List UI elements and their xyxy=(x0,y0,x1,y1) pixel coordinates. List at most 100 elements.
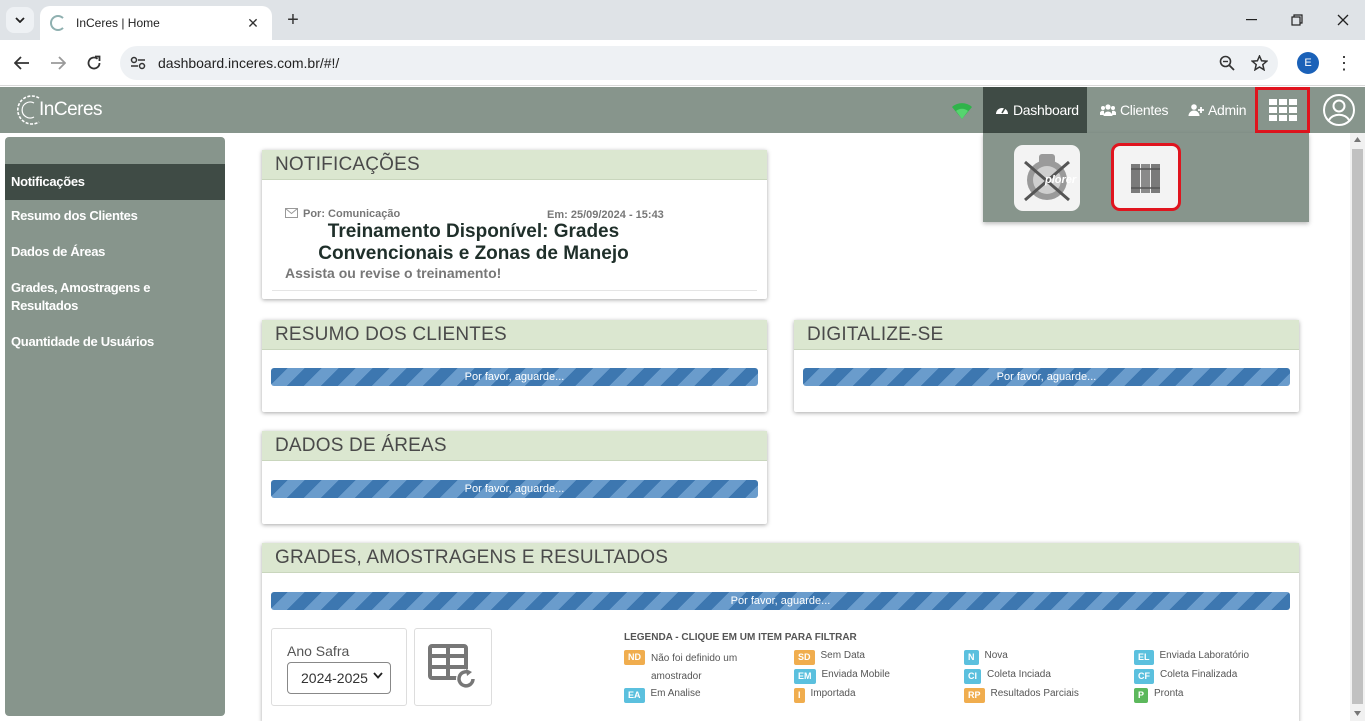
notification-date: Em: 25/09/2024 - 15:43 xyxy=(547,209,664,221)
minimize-window-button[interactable] xyxy=(1236,8,1266,32)
scroll-up-arrow-icon[interactable] xyxy=(1354,137,1361,142)
apps-grid-button[interactable] xyxy=(1255,87,1310,133)
status-badge: ND xyxy=(624,650,645,665)
scrollbar-thumb[interactable] xyxy=(1352,149,1363,704)
legend-item-cf[interactable]: CF Coleta Finalizada xyxy=(1134,669,1237,684)
close-tab-icon[interactable]: ✕ xyxy=(244,14,262,32)
status-badge: RP xyxy=(964,688,985,703)
notification-headline[interactable]: Treinamento Disponível: Grades Convencio… xyxy=(286,221,661,265)
browser-toolbar: dashboard.inceres.com.br/#!/ E ⋮ xyxy=(0,40,1365,86)
close-window-button[interactable] xyxy=(1328,8,1358,32)
table-refresh-icon xyxy=(428,644,476,689)
legend-item-em[interactable]: EM Enviada Mobile xyxy=(794,669,890,684)
panel-title: RESUMO DOS CLIENTES xyxy=(262,320,767,350)
user-plus-icon xyxy=(1188,104,1204,116)
brand-name: InCeres xyxy=(39,99,103,120)
legend-item-rp[interactable]: RP Resultados Parciais xyxy=(964,688,1079,703)
reload-button[interactable] xyxy=(82,51,106,75)
grid-icon xyxy=(1268,99,1297,121)
legend-item-n[interactable]: N Nova xyxy=(964,650,1008,665)
ano-safra-select[interactable]: 2024-2025 xyxy=(287,662,391,694)
zoom-icon[interactable] xyxy=(1214,50,1240,76)
ano-safra-value: 2024-2025 xyxy=(301,670,368,686)
nav-clientes-label: Clientes xyxy=(1120,102,1169,118)
sidebar-item-quantidade-usuarios[interactable]: Quantidade de Usuários xyxy=(5,333,225,351)
sidebar-item-dados-areas[interactable]: Dados de Áreas xyxy=(5,243,225,261)
dados-areas-panel: DADOS DE ÁREAS Por favor, aguarde... xyxy=(262,431,767,524)
notificacoes-panel: NOTIFICAÇÕES Por: Comunicação Em: 25/09/… xyxy=(262,150,767,299)
envelope-icon xyxy=(285,208,298,218)
legend-item-p[interactable]: P Pronta xyxy=(1134,688,1183,703)
chevron-down-icon xyxy=(373,672,383,679)
legend-item-ea[interactable]: EA Em Analise xyxy=(624,688,701,703)
panel-title: DADOS DE ÁREAS xyxy=(262,431,767,461)
nav-admin-label: Admin xyxy=(1208,102,1247,118)
sidebar-item-grades[interactable]: Grades, Amostragens e Resultados xyxy=(5,279,165,315)
svg-text:plorer: plorer xyxy=(1044,174,1077,186)
browser-menu-icon[interactable]: ⋮ xyxy=(1333,51,1355,75)
profile-avatar[interactable]: E xyxy=(1297,52,1319,74)
books-icon xyxy=(1131,164,1160,193)
panel-title: NOTIFICAÇÕES xyxy=(262,150,767,180)
nav-admin[interactable]: Admin xyxy=(1188,87,1246,133)
notification-sender: Por: Comunicação xyxy=(303,208,401,220)
ano-safra-label: Ano Safra xyxy=(287,643,350,659)
back-button[interactable] xyxy=(10,51,34,75)
loading-bar: Por favor, aguarde... xyxy=(803,368,1290,386)
apps-dropdown: plorer xyxy=(983,133,1309,222)
nav-dashboard[interactable]: Dashboard xyxy=(983,87,1087,133)
status-badge: EL xyxy=(1134,650,1154,665)
legend-item-nd[interactable]: ND Não foi definido um amostrador xyxy=(624,650,774,686)
tab-search-button[interactable] xyxy=(6,7,34,33)
resumo-clientes-panel: RESUMO DOS CLIENTES Por favor, aguarde..… xyxy=(262,320,767,412)
tab-title: InCeres | Home xyxy=(76,16,160,30)
status-badge: CF xyxy=(1134,669,1154,684)
app-library[interactable] xyxy=(1111,143,1181,211)
chevron-down-icon xyxy=(15,17,25,23)
arrow-left-icon xyxy=(14,56,29,70)
ano-safra-filter: Ano Safra 2024-2025 xyxy=(271,628,407,706)
panel-title: GRADES, AMOSTRAGENS E RESULTADOS xyxy=(262,543,1299,573)
xplorer-logo-icon: plorer xyxy=(1024,154,1077,202)
forward-button[interactable] xyxy=(46,51,70,75)
legend-title: LEGENDA - CLIQUE EM UM ITEM PARA FILTRAR xyxy=(624,632,857,643)
legend-item-i[interactable]: I Importada xyxy=(794,688,856,703)
bookmark-star-icon[interactable] xyxy=(1246,50,1272,76)
loading-bar: Por favor, aguarde... xyxy=(271,480,758,498)
refresh-grid-button[interactable] xyxy=(414,628,492,706)
site-settings-icon[interactable] xyxy=(126,51,150,75)
arrow-right-icon xyxy=(51,56,66,70)
legend-item-sd[interactable]: SD Sem Data xyxy=(794,650,865,665)
sidebar-item-resumo-clientes[interactable]: Resumo dos Clientes xyxy=(5,207,225,225)
status-badge: N xyxy=(964,650,979,665)
scroll-down-arrow-icon[interactable] xyxy=(1354,711,1361,716)
sidebar-item-notificacoes[interactable]: Notificações xyxy=(5,164,225,200)
app-xplorer[interactable]: plorer xyxy=(1014,145,1080,211)
restore-window-button[interactable] xyxy=(1282,8,1312,32)
status-badge: EA xyxy=(624,688,645,703)
inceres-logo[interactable]: InCeres xyxy=(17,92,103,128)
legend-item-el[interactable]: EL Enviada Laboratório xyxy=(1134,650,1249,665)
loading-bar: Por favor, aguarde... xyxy=(271,368,758,386)
notification-subtitle: Assista ou revise o treinamento! xyxy=(285,265,502,281)
page-scrollbar[interactable] xyxy=(1350,133,1365,721)
nav-clientes[interactable]: Clientes xyxy=(1100,87,1168,133)
divider xyxy=(272,290,757,291)
url-text: dashboard.inceres.com.br/#!/ xyxy=(158,55,340,71)
wifi-icon xyxy=(952,103,972,119)
digitalize-panel: DIGITALIZE-SE Por favor, aguarde... xyxy=(794,320,1299,412)
new-tab-button[interactable]: + xyxy=(282,9,304,31)
users-icon xyxy=(1100,104,1116,116)
app-navbar: InCeres Dashboard Clientes Admin xyxy=(0,87,1365,133)
sidebar: Notificações Resumo dos Clientes Dados d… xyxy=(5,137,225,716)
browser-tab[interactable]: InCeres | Home ✕ xyxy=(40,6,272,40)
close-icon xyxy=(1337,14,1349,26)
status-badge: EM xyxy=(794,669,816,684)
restore-icon xyxy=(1291,14,1303,26)
panel-title: DIGITALIZE-SE xyxy=(794,320,1299,350)
legend-item-ci[interactable]: CI Coleta Inciada xyxy=(964,669,1051,684)
address-bar[interactable]: dashboard.inceres.com.br/#!/ xyxy=(120,46,1278,80)
status-badge: I xyxy=(794,688,805,703)
status-badge: P xyxy=(1134,688,1149,703)
user-account-icon[interactable] xyxy=(1322,93,1356,127)
